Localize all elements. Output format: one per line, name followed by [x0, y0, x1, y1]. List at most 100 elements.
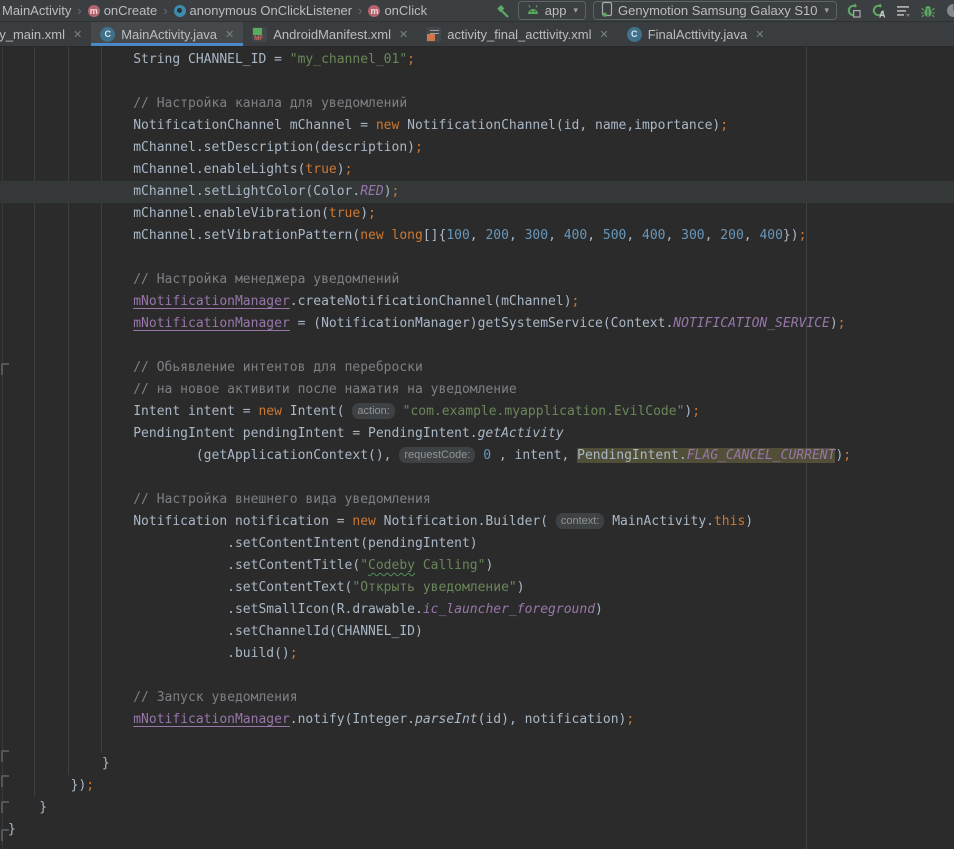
tab-label: FinalActtivity.java [648, 27, 747, 42]
breadcrumb-separator: › [77, 3, 81, 18]
code-token: .setChannelId(CHANNEL_ID) [8, 624, 423, 639]
code-line[interactable]: mChannel.setVibrationPattern(new long[]{… [8, 225, 954, 247]
code-line[interactable]: mNotificationManager.notify(Integer.pars… [8, 709, 954, 731]
android-icon [526, 3, 540, 18]
code-line[interactable] [8, 247, 954, 269]
code-line[interactable]: .build(); [8, 643, 954, 665]
code-line[interactable]: }); [8, 775, 954, 797]
code-token: , [744, 228, 760, 243]
build-hammer-icon[interactable] [493, 2, 511, 20]
code-token: true [305, 162, 336, 177]
code-token: ic_launcher_foreground [423, 602, 595, 617]
code-line[interactable]: } [8, 797, 954, 819]
device-selector[interactable]: Genymotion Samsung Galaxy S10 ▾ [593, 1, 837, 20]
code-token: ; [407, 52, 415, 67]
code-token: long [392, 228, 423, 243]
code-line[interactable]: } [8, 819, 954, 841]
anonymous-class-icon [174, 5, 186, 17]
tab-activity_main.xml[interactable]: activity_main.xml✕ [0, 22, 91, 46]
tab-mainactivity.java[interactable]: CMainActivity.java✕ [91, 22, 243, 46]
code-line[interactable]: mChannel.setDescription(description); [8, 137, 954, 159]
code-token: , [626, 228, 642, 243]
code-token: Notification notification = [8, 514, 352, 529]
profile-list-icon[interactable] [894, 2, 912, 20]
code-line[interactable]: mChannel.enableLights(true); [8, 159, 954, 181]
tab-bar: activity_main.xml✕CMainActivity.java✕And… [0, 22, 954, 47]
code-area[interactable]: String CHANNEL_ID = "my_channel_01"; // … [0, 47, 954, 841]
code-token: ; [692, 404, 700, 419]
code-line[interactable]: Intent intent = new Intent( action: "com… [8, 401, 954, 423]
code-line[interactable]: .setContentTitle("Codeby Calling") [8, 555, 954, 577]
code-token: } [8, 756, 110, 771]
code-token: " [360, 558, 368, 573]
code-line[interactable]: .setSmallIcon(R.drawable.ic_launcher_for… [8, 599, 954, 621]
code-line[interactable]: .setContentIntent(pendingIntent) [8, 533, 954, 555]
code-line[interactable]: } [8, 753, 954, 775]
code-line[interactable]: // Обьявление интентов для переброски [8, 357, 954, 379]
code-line[interactable]: String CHANNEL_ID = "my_channel_01"; [8, 49, 954, 71]
code-token: .setContentText( [8, 580, 352, 595]
code-line[interactable]: NotificationChannel mChannel = new Notif… [8, 115, 954, 137]
code-line[interactable]: (getApplicationContext(), requestCode: 0… [8, 445, 954, 467]
breadcrumb-item-mainactivity[interactable]: MainActivity [2, 3, 71, 18]
code-line[interactable] [8, 71, 954, 93]
code-line[interactable]: mNotificationManager.createNotificationC… [8, 291, 954, 313]
code-line[interactable] [8, 665, 954, 687]
code-line[interactable]: .setContentText("Открыть уведомление") [8, 577, 954, 599]
code-line[interactable] [8, 467, 954, 489]
fold-marker-icon[interactable] [1, 775, 9, 787]
breadcrumb-item-onclick[interactable]: monClick [368, 3, 427, 18]
code-line[interactable]: mChannel.enableVibration(true); [8, 203, 954, 225]
rerun-activity-icon[interactable] [844, 2, 862, 20]
code-line[interactable]: // Запуск уведомления [8, 687, 954, 709]
debug-icon[interactable] [919, 2, 937, 20]
breadcrumb-separator: › [358, 3, 362, 18]
breadcrumb-item-anonymous-onclicklistener[interactable]: anonymous OnClickListener [174, 3, 353, 18]
code-line[interactable]: // Настройка канала для уведомлений [8, 93, 954, 115]
close-icon[interactable]: ✕ [225, 28, 234, 41]
code-token: } [8, 800, 47, 815]
tab-activity_final_acttivity.xml[interactable]: activity_final_acttivity.xml ✕ [417, 22, 617, 46]
tab-label: activity_final_acttivity.xml [447, 27, 591, 42]
code-line[interactable]: mNotificationManager = (NotificationMana… [8, 313, 954, 335]
code-token: ; [843, 448, 851, 463]
code-token: 400 [564, 228, 587, 243]
close-icon[interactable]: ✕ [600, 28, 609, 41]
code-token: RED [360, 184, 383, 199]
tab-finalacttivity.java[interactable]: C FinalActtivity.java ✕ [618, 22, 774, 46]
method-icon: m [88, 5, 100, 17]
fold-marker-icon[interactable] [1, 829, 9, 841]
code-token: ; [626, 712, 634, 727]
profiler-icon[interactable] [944, 2, 954, 20]
breadcrumb-item-oncreate[interactable]: monCreate [88, 3, 157, 18]
code-token [8, 712, 133, 727]
code-line[interactable]: PendingIntent pendingIntent = PendingInt… [8, 423, 954, 445]
code-line[interactable]: // Настройка менеджера уведомлений [8, 269, 954, 291]
java-class-icon: C [627, 27, 642, 42]
close-icon[interactable]: ✕ [73, 28, 82, 41]
close-icon[interactable]: ✕ [755, 28, 764, 41]
code-token: []{ [423, 228, 446, 243]
code-line[interactable] [8, 335, 954, 357]
code-token: mNotificationManager [133, 316, 290, 331]
close-icon[interactable]: ✕ [399, 28, 408, 41]
fold-marker-icon[interactable] [1, 363, 9, 375]
code-line[interactable]: .setChannelId(CHANNEL_ID) [8, 621, 954, 643]
code-line[interactable]: Notification notification = new Notifica… [8, 511, 954, 533]
fold-marker-icon[interactable] [1, 750, 9, 762]
tab-androidmanifest.xml[interactable]: AndroidManifest.xml✕ [243, 22, 417, 46]
fold-marker-icon[interactable] [1, 801, 9, 813]
code-token: "Открыть уведомление" [352, 580, 516, 595]
code-token [384, 228, 392, 243]
code-token: 200 [485, 228, 508, 243]
code-token: PendingIntent pendingIntent = PendingInt… [8, 426, 478, 441]
code-line-current[interactable]: mChannel.setLightColor(Color.RED); [0, 181, 954, 203]
layout-file-icon [426, 27, 441, 42]
apply-code-changes-icon[interactable]: A [869, 2, 887, 20]
code-token: mChannel.setVibrationPattern( [8, 228, 360, 243]
code-line[interactable]: // на новое активити после нажатия на ув… [8, 379, 954, 401]
code-line[interactable]: // Настройка внешнего вида уведомления [8, 489, 954, 511]
run-config-selector[interactable]: app ▾ [518, 1, 586, 20]
code-line[interactable] [8, 731, 954, 753]
code-token: 0 [483, 448, 491, 463]
